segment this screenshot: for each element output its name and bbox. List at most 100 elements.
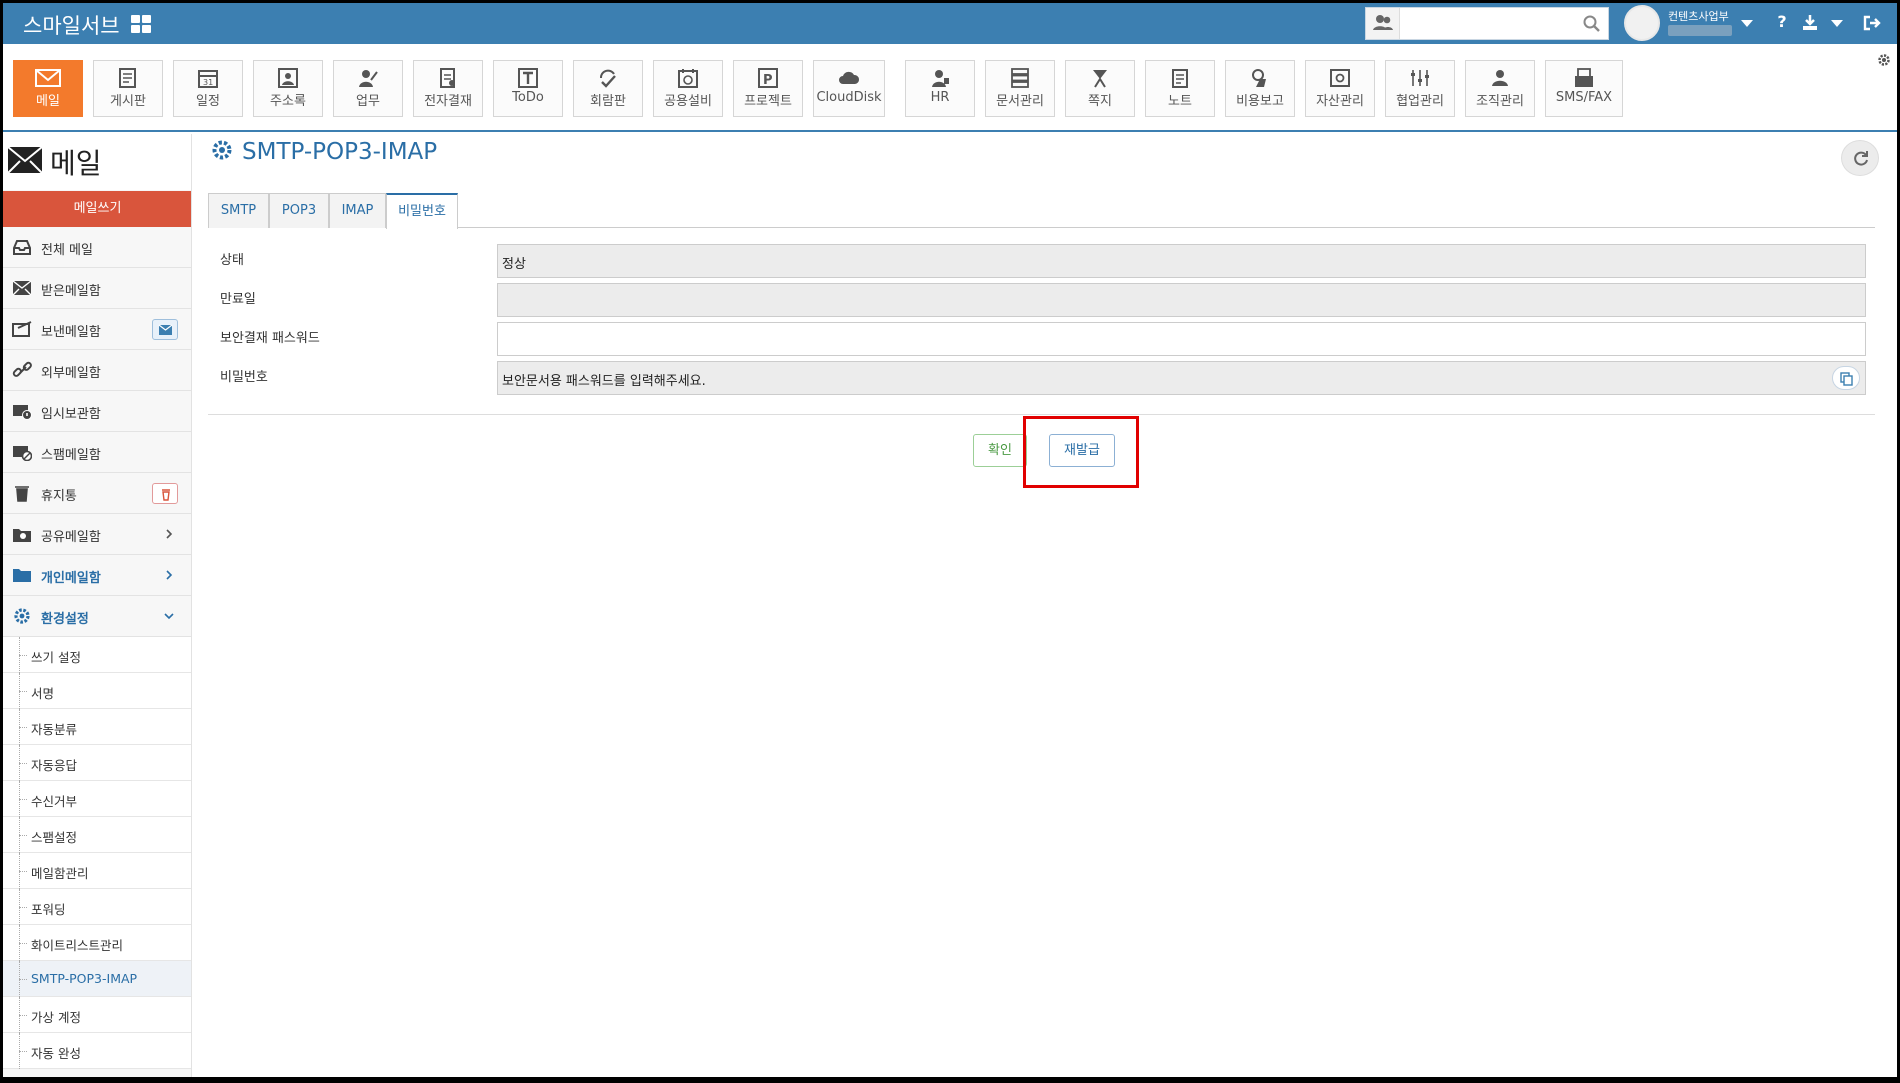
empty-trash-button[interactable] <box>152 483 178 504</box>
approval-icon <box>440 68 455 88</box>
sidebar-title: 메일 <box>50 147 102 180</box>
app-note[interactable]: 쪽지 <box>1065 60 1135 117</box>
sidebar-item-settings[interactable]: 환경설정 <box>3 596 191 637</box>
sidebar-item-personal[interactable]: 개인메일함 <box>3 555 191 596</box>
facility-icon <box>678 69 698 88</box>
cloud-icon <box>839 71 860 84</box>
project-icon: P <box>758 68 778 88</box>
collab-icon <box>1411 70 1429 86</box>
sidebar: 메일 메일쓰기 전체 메일 받은메일함 보낸메일함 외부메일함 임시보관함 스팸… <box>3 134 192 1077</box>
tab-imap[interactable]: IMAP <box>329 193 386 228</box>
user-menu[interactable]: 컨텐츠사업부 <box>1624 5 1759 42</box>
tab-smtp[interactable]: SMTP <box>208 193 269 228</box>
app-sms-fax[interactable]: SMS/FAX <box>1545 60 1623 117</box>
help-icon[interactable]: ? <box>1771 12 1793 34</box>
sidebar-item-all-mail[interactable]: 전체 메일 <box>3 227 191 268</box>
settings-item-virtual-account[interactable]: 가상 계정 <box>3 997 191 1033</box>
app-circular[interactable]: 회람판 <box>573 60 643 117</box>
main-content: SMTP-POP3-IMAP SMTP POP3 IMAP 비밀번호 상태 정상… <box>193 134 1897 1077</box>
settings-item-autocomplete[interactable]: 자동 완성 <box>3 1033 191 1069</box>
logout-icon[interactable] <box>1861 12 1883 34</box>
download-icon[interactable] <box>1799 12 1821 34</box>
search-input[interactable] <box>1402 11 1572 36</box>
page-title: SMTP-POP3-IMAP <box>210 138 437 165</box>
app-frame: 스마일서브 컨텐츠사업부 ? 메일 게시판 31 일정 주소록 업무 전자결재 … <box>3 3 1897 1077</box>
confirm-button[interactable]: 확인 <box>973 434 1027 467</box>
top-bar: 스마일서브 컨텐츠사업부 ? <box>3 3 1897 44</box>
sidebar-item-external[interactable]: 외부메일함 <box>3 350 191 391</box>
secure-password-label: 보안결재 패스워드 <box>220 331 320 346</box>
app-contacts[interactable]: 주소록 <box>253 60 323 117</box>
sent-refresh-badge[interactable] <box>152 319 178 340</box>
reissue-button[interactable]: 재발급 <box>1049 434 1115 467</box>
app-memo[interactable]: 노트 <box>1145 60 1215 117</box>
password-label: 비밀번호 <box>220 370 268 385</box>
gear-icon <box>212 140 232 160</box>
sidebar-item-shared[interactable]: 공유메일함 <box>3 514 191 555</box>
secure-password-input[interactable] <box>497 322 1866 356</box>
tab-password[interactable]: 비밀번호 <box>386 193 458 229</box>
brand-logo[interactable]: 스마일서브 <box>23 10 120 40</box>
settings-gear-icon[interactable] <box>1877 53 1891 67</box>
settings-item-mailbox[interactable]: 메일함관리 <box>3 853 191 889</box>
todo-icon <box>518 68 538 88</box>
app-collab[interactable]: 협업관리 <box>1385 60 1455 117</box>
sent-mail-icon <box>12 321 32 337</box>
app-task[interactable]: 업무 <box>333 60 403 117</box>
settings-item-forwarding[interactable]: 포워딩 <box>3 889 191 925</box>
inbox-tray-icon <box>13 240 31 255</box>
chevron-right-icon[interactable] <box>164 570 174 580</box>
password-field: 보안문서용 패스워드를 입력해주세요. <box>497 361 1866 395</box>
status-field: 정상 <box>497 244 1866 278</box>
tab-pop3[interactable]: POP3 <box>269 193 329 228</box>
app-grid-icon[interactable] <box>131 15 151 33</box>
people-icon[interactable] <box>1366 8 1400 39</box>
chevron-down-icon[interactable] <box>1741 20 1753 27</box>
note-icon <box>1093 70 1107 88</box>
task-icon <box>359 70 378 87</box>
settings-item-whitelist[interactable]: 화이트리스트관리 <box>3 925 191 961</box>
search-icon[interactable] <box>1582 14 1602 34</box>
asset-icon <box>1330 69 1350 87</box>
app-document[interactable]: 문서관리 <box>985 60 1055 117</box>
settings-item-auto-reply[interactable]: 자동응답 <box>3 745 191 781</box>
sidebar-item-spam[interactable]: 스팸메일함 <box>3 432 191 473</box>
compose-button[interactable]: 메일쓰기 <box>3 191 191 227</box>
app-project[interactable]: P 프로젝트 <box>733 60 803 117</box>
user-name: 컨텐츠사업부 <box>1668 10 1729 23</box>
app-hr[interactable]: HR <box>905 60 975 117</box>
sidebar-item-sent[interactable]: 보낸메일함 <box>3 309 191 350</box>
copy-button[interactable] <box>1832 366 1860 390</box>
app-expense[interactable]: 비용보고 <box>1225 60 1295 117</box>
board-icon <box>119 68 136 88</box>
app-asset[interactable]: 자산관리 <box>1305 60 1375 117</box>
settings-item-smtp-pop3-imap[interactable]: SMTP-POP3-IMAP <box>3 961 191 997</box>
settings-item-spam[interactable]: 스팸설정 <box>3 817 191 853</box>
app-facility[interactable]: 공용설비 <box>653 60 723 117</box>
sidebar-item-drafts[interactable]: 임시보관함 <box>3 391 191 432</box>
refresh-button[interactable] <box>1841 140 1879 176</box>
trash-icon <box>162 489 170 501</box>
expense-icon <box>1252 69 1266 87</box>
spam-mail-icon <box>13 446 32 461</box>
chevron-down-icon[interactable] <box>164 611 174 621</box>
app-clouddisk[interactable]: CloudDisk <box>813 60 885 117</box>
download-chevron-icon[interactable] <box>1831 20 1843 27</box>
sidebar-item-inbox[interactable]: 받은메일함 <box>3 268 191 309</box>
app-board[interactable]: 게시판 <box>93 60 163 117</box>
avatar[interactable] <box>1624 5 1660 41</box>
sidebar-item-trash[interactable]: 휴지통 <box>3 473 191 514</box>
settings-item-signature[interactable]: 서명 <box>3 673 191 709</box>
settings-item-write[interactable]: 쓰기 설정 <box>3 637 191 673</box>
app-calendar[interactable]: 31 일정 <box>173 60 243 117</box>
app-approval[interactable]: 전자결재 <box>413 60 483 117</box>
chevron-right-icon[interactable] <box>164 529 174 539</box>
mail-sync-icon <box>158 324 173 335</box>
app-toolbar: 메일 게시판 31 일정 주소록 업무 전자결재 ToDo 회람판 공용설비 P… <box>3 44 1897 132</box>
settings-item-auto-sort[interactable]: 자동분류 <box>3 709 191 745</box>
settings-item-block[interactable]: 수신거부 <box>3 781 191 817</box>
app-mail[interactable]: 메일 <box>13 60 83 117</box>
sms-fax-icon <box>1575 68 1593 87</box>
app-org[interactable]: 조직관리 <box>1465 60 1535 117</box>
app-todo[interactable]: ToDo <box>493 60 563 117</box>
